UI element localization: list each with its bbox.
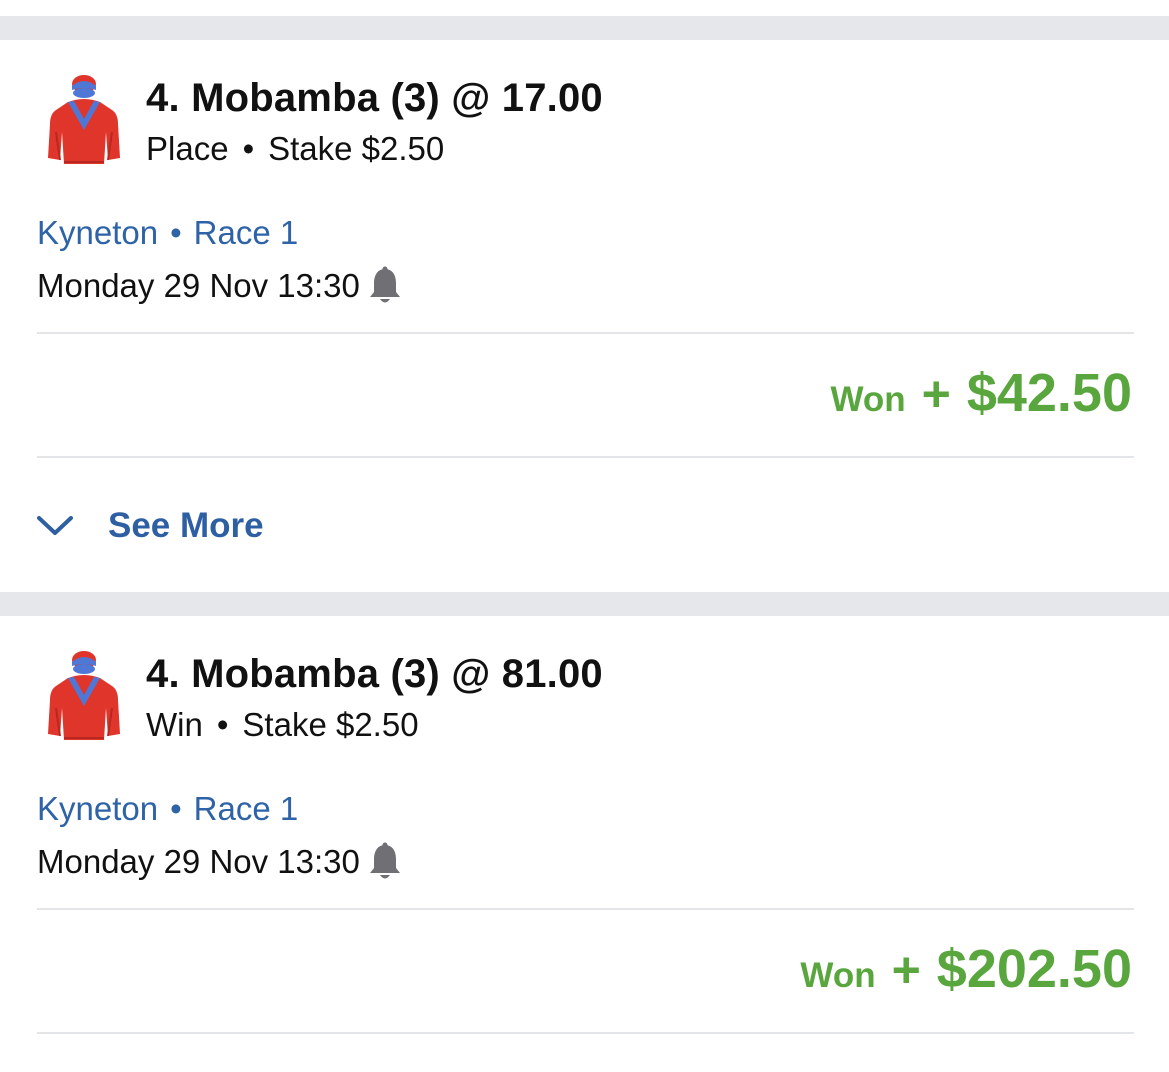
top-strip [0, 0, 1169, 16]
bet-meta: Place • Stake $2.50 [146, 130, 444, 168]
race-time: Monday 29 Nov 13:30 [37, 843, 360, 880]
result-amount: $42.50 [966, 363, 1132, 423]
result-sign: + [891, 942, 921, 998]
stake-amount: Stake $2.50 [268, 130, 445, 167]
result-row: Won + $42.50 [830, 362, 1132, 424]
card-separator [0, 16, 1169, 40]
race-number: Race 1 [193, 790, 299, 827]
result-amount: $202.50 [936, 939, 1132, 999]
race-link[interactable]: Kyneton • Race 1 [37, 790, 298, 828]
result-row: Won + $202.50 [800, 938, 1132, 1000]
bet-meta: Win • Stake $2.50 [146, 706, 419, 744]
race-time-row: Monday 29 Nov 13:30 [37, 266, 402, 306]
separator-dot: • [170, 790, 182, 827]
venue-name: Kyneton [37, 214, 159, 251]
separator-dot: • [216, 706, 229, 743]
divider [37, 1032, 1134, 1034]
race-number: Race 1 [193, 214, 299, 251]
chevron-down-icon [36, 514, 74, 538]
divider [37, 908, 1134, 910]
see-more-label: See More [108, 506, 264, 545]
venue-name: Kyneton [37, 790, 159, 827]
result-label: Won [830, 380, 906, 419]
bell-icon[interactable] [368, 842, 402, 882]
separator-dot: • [170, 214, 182, 251]
result-label: Won [800, 956, 876, 995]
race-link[interactable]: Kyneton • Race 1 [37, 214, 298, 252]
runner-title: 4. Mobamba (3) @ 81.00 [146, 652, 603, 696]
jockey-silks-icon [46, 74, 122, 168]
stake-amount: Stake $2.50 [242, 706, 419, 743]
runner-title: 4. Mobamba (3) @ 17.00 [146, 76, 603, 120]
bet-type: Place [146, 130, 229, 167]
bet-card[interactable]: 4. Mobamba (3) @ 81.00 Win • Stake $2.50 K… [0, 616, 1169, 1072]
jockey-silks-icon [46, 650, 122, 744]
race-time: Monday 29 Nov 13:30 [37, 267, 360, 304]
card-separator [0, 592, 1169, 616]
divider [37, 456, 1134, 458]
see-more-button[interactable]: See More [36, 502, 264, 550]
bet-card[interactable]: 4. Mobamba (3) @ 17.00 Place • Stake $2.50… [0, 40, 1169, 592]
bet-type: Win [146, 706, 203, 743]
divider [37, 332, 1134, 334]
result-sign: + [921, 366, 951, 422]
bell-icon[interactable] [368, 266, 402, 306]
separator-dot: • [242, 130, 255, 167]
race-time-row: Monday 29 Nov 13:30 [37, 842, 402, 882]
